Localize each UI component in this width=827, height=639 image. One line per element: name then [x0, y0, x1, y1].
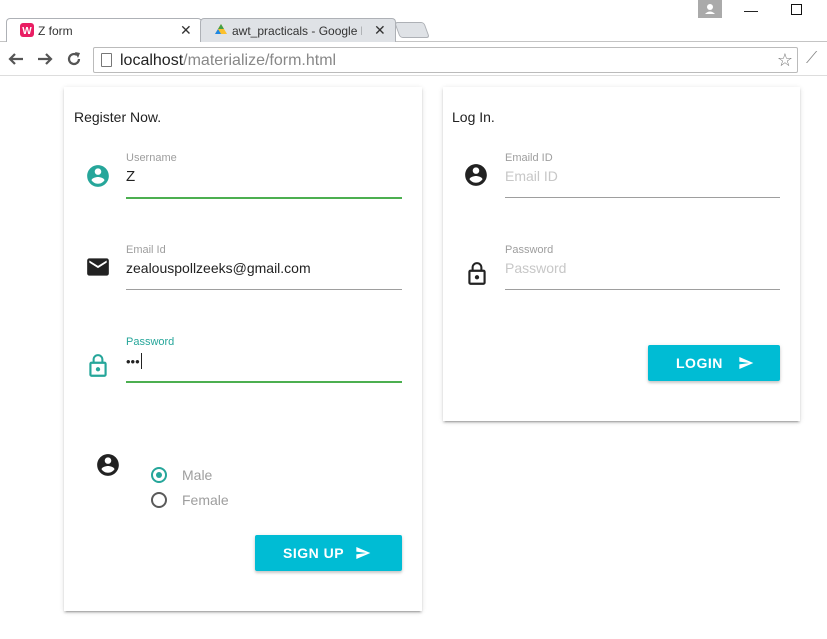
email-underline [126, 289, 402, 290]
login-card: Log In. Emaild ID Email ID Password Pass… [443, 87, 800, 421]
browser-toolbar: localhost/materialize/form.html ☆ ⟋ [0, 42, 827, 76]
account-circle-icon [465, 164, 487, 186]
account-circle-icon [87, 165, 109, 187]
login-email-label: Emaild ID [505, 152, 553, 164]
radio-female[interactable]: Female [151, 491, 251, 511]
maximize-icon[interactable] [791, 4, 802, 15]
login-password-label: Password [505, 244, 554, 256]
password-label: Password [126, 336, 175, 348]
google-drive-favicon-icon [215, 24, 227, 34]
username-label: Username [126, 152, 177, 164]
login-password-field[interactable]: Password Password [505, 244, 780, 294]
text-caret [140, 353, 142, 369]
email-field[interactable]: Email Id zealouspollzeeks@gmail.com [126, 244, 402, 294]
wamp-favicon-icon: W [20, 23, 34, 37]
page-icon [101, 53, 112, 67]
login-button[interactable]: LOGIN [648, 345, 780, 381]
extension-icon[interactable]: ⟋ [806, 50, 817, 68]
radio-circle [151, 492, 167, 508]
account-circle-icon [97, 454, 119, 476]
lock-icon [468, 262, 486, 285]
login-email-field[interactable]: Emaild ID Email ID [505, 152, 780, 202]
minimize-icon[interactable]: — [744, 2, 758, 18]
radio-male[interactable]: Male [151, 466, 251, 486]
close-tab-icon[interactable]: ✕ [374, 22, 386, 38]
address-bar[interactable]: localhost/materialize/form.html ☆ [93, 47, 798, 73]
tab-z-form[interactable]: W Z form ✕ [6, 18, 202, 43]
sign-up-label: SIGN UP [283, 545, 345, 561]
password-underline [126, 381, 402, 383]
svg-text:W: W [22, 26, 32, 37]
email-value: zealouspollzeeks@gmail.com [126, 260, 311, 276]
password-field[interactable]: Password ••• [126, 336, 402, 386]
tab-title: Z form [38, 24, 73, 38]
close-tab-icon[interactable]: ✕ [180, 22, 192, 38]
email-icon [87, 258, 109, 276]
tab-strip: W Z form ✕ awt_practicals - Google Dr ✕ … [0, 0, 827, 43]
login-title: Log In. [452, 109, 495, 125]
forward-icon[interactable] [36, 50, 54, 68]
url-text: localhost/materialize/form.html [120, 52, 337, 69]
username-underline [126, 197, 402, 199]
tab-awt-practicals[interactable]: awt_practicals - Google Dr ✕ [200, 18, 396, 43]
login-password-underline [505, 289, 780, 290]
radio-circle [151, 467, 167, 483]
register-card: Register Now. Username Z Email Id zealou… [64, 87, 422, 611]
back-icon[interactable] [7, 50, 25, 68]
login-password-input: Password [505, 260, 567, 276]
sign-up-button[interactable]: SIGN UP [255, 535, 402, 571]
send-icon [356, 547, 371, 559]
star-icon[interactable]: ☆ [777, 50, 793, 71]
email-label: Email Id [126, 244, 166, 256]
username-field[interactable]: Username Z [126, 152, 402, 202]
username-value: Z [126, 168, 136, 185]
send-icon [739, 357, 754, 369]
browser-chrome: W Z form ✕ awt_practicals - Google Dr ✕ … [0, 0, 827, 76]
login-email-underline [505, 197, 780, 198]
register-title: Register Now. [74, 109, 162, 125]
tab-title: awt_practicals - Google Dr [232, 24, 362, 38]
reload-icon[interactable] [65, 50, 83, 68]
new-tab-button[interactable] [394, 22, 430, 38]
radio-label-female: Female [182, 492, 229, 508]
password-value: ••• [126, 353, 142, 369]
login-email-input: Email ID [505, 168, 558, 184]
radio-label-male: Male [182, 467, 213, 483]
profile-icon[interactable] [698, 0, 722, 18]
lock-icon [89, 354, 107, 377]
login-label: LOGIN [676, 355, 723, 371]
